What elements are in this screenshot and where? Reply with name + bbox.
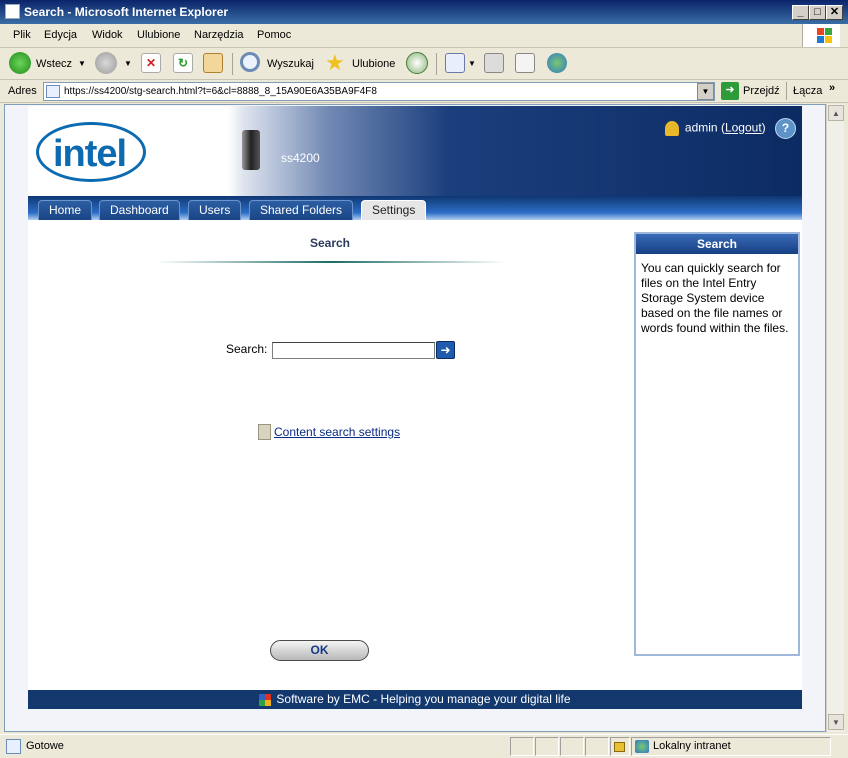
tab-users[interactable]: Users (188, 200, 242, 220)
page-title: Search (309, 236, 351, 250)
intranet-icon (635, 740, 649, 753)
document-icon (258, 424, 271, 440)
status-pane (560, 737, 584, 756)
side-panel-title: Search (636, 234, 798, 254)
links-chevron-icon[interactable]: » (829, 82, 835, 94)
logo-text: intel (53, 133, 127, 175)
forward-dropdown-icon[interactable]: ▼ (124, 52, 132, 76)
search-go-button[interactable]: ➜ (436, 341, 455, 359)
windows-logo-icon (802, 24, 840, 47)
menu-plik[interactable]: Plik (13, 29, 31, 41)
address-url[interactable]: https://ss4200/stg-search.html?t=6&cl=88… (64, 86, 377, 97)
title-divider (156, 261, 506, 263)
tab-home[interactable]: Home (38, 200, 93, 220)
footer-text: Software by EMC - Helping you manage you… (276, 692, 571, 706)
stop-icon[interactable]: ✕ (141, 53, 161, 73)
window-title: Search - Microsoft Internet Explorer (24, 5, 229, 19)
maximize-button[interactable]: □ (809, 5, 826, 20)
refresh-icon[interactable]: ↻ (173, 53, 193, 73)
tab-shared-folders[interactable]: Shared Folders (249, 200, 354, 220)
close-button[interactable]: ✕ (826, 5, 843, 20)
page-header: intel ss4200 admin (Logout) ? (28, 106, 802, 196)
menu-bar: Plik Edycja Widok Ulubione Narzędzia Pom… (0, 24, 848, 48)
page-status-icon (6, 739, 21, 754)
menu-narzedzia[interactable]: Narzędzia (194, 29, 244, 41)
go-arrow-icon[interactable]: ➜ (721, 82, 739, 100)
menu-edycja[interactable]: Edycja (44, 29, 77, 41)
address-label: Adres (8, 85, 37, 97)
address-input[interactable]: https://ss4200/stg-search.html?t=6&cl=88… (43, 82, 715, 101)
minimize-button[interactable]: _ (792, 5, 809, 20)
address-bar: Adres https://ss4200/stg-search.html?t=6… (0, 80, 848, 103)
mail-icon[interactable] (445, 53, 465, 73)
window-title-bar: Search - Microsoft Internet Explorer _ □… (0, 0, 848, 24)
toolbar-separator (436, 53, 437, 75)
lock-icon (614, 742, 625, 752)
page-icon (46, 85, 60, 98)
links-button[interactable]: Łącza (793, 85, 822, 97)
back-dropdown-icon[interactable]: ▼ (78, 52, 86, 76)
menu-ulubione[interactable]: Ulubione (137, 29, 180, 41)
help-side-panel: Search You can quickly search for files … (634, 232, 800, 656)
tab-dashboard[interactable]: Dashboard (99, 200, 180, 220)
mail-dropdown-icon[interactable]: ▼ (468, 52, 476, 76)
lock-pane (610, 737, 630, 756)
device-name: ss4200 (281, 151, 320, 165)
nav-bar: Home Dashboard Users Shared Folders Sett… (28, 196, 802, 220)
vertical-scrollbar[interactable]: ▲ ▼ (826, 104, 844, 732)
content-search-settings-link[interactable]: Content search settings (274, 425, 400, 439)
menu-pomoc[interactable]: Pomoc (257, 29, 291, 41)
home-icon[interactable] (203, 53, 223, 73)
back-arrow-icon[interactable] (9, 52, 31, 74)
emc-logo-icon (259, 693, 272, 706)
go-button[interactable]: Przejdź (743, 85, 780, 97)
toolbar: Wstecz ▼ ▼ ✕ ↻ Wyszukaj ★ Ulubione ▼ (0, 48, 848, 80)
address-dropdown-icon[interactable]: ▼ (697, 83, 714, 100)
print-icon[interactable] (484, 53, 504, 73)
status-pane (510, 737, 534, 756)
edit-icon[interactable] (515, 53, 535, 73)
back-button[interactable]: Wstecz (36, 52, 72, 76)
help-icon[interactable]: ? (775, 118, 796, 139)
status-bar: Gotowe Lokalny intranet (0, 734, 848, 758)
scroll-down-icon[interactable]: ▼ (828, 714, 844, 730)
zone-text: Lokalny intranet (653, 740, 731, 752)
web-page: intel ss4200 admin (Logout) ? Home Dashb… (28, 106, 802, 709)
side-panel-text: You can quickly search for files on the … (641, 261, 789, 335)
device-icon (242, 130, 260, 170)
status-pane (535, 737, 559, 756)
toolbar-separator (232, 53, 233, 75)
user-block: admin (Logout) ? (664, 118, 796, 139)
ok-button[interactable]: OK (270, 640, 369, 661)
favorites-button[interactable]: Ulubione (352, 52, 395, 76)
search-button[interactable]: Wyszukaj (267, 52, 314, 76)
search-input[interactable] (272, 342, 435, 359)
menu-widok[interactable]: Widok (92, 29, 123, 41)
history-icon[interactable] (406, 52, 428, 74)
favorites-star-icon[interactable]: ★ (325, 52, 345, 76)
messenger-icon[interactable] (547, 53, 567, 73)
toolbar-separator (786, 82, 787, 100)
status-pane (585, 737, 609, 756)
forward-arrow-icon[interactable] (95, 52, 117, 74)
ie-icon (5, 4, 20, 19)
search-icon[interactable] (240, 52, 260, 72)
tab-settings[interactable]: Settings (361, 200, 427, 220)
search-label: Search: (226, 342, 268, 356)
scroll-up-icon[interactable]: ▲ (828, 105, 844, 121)
user-icon (664, 121, 679, 136)
intel-logo: intel (36, 122, 146, 182)
logout-link[interactable]: Logout (725, 121, 762, 135)
page-footer: Software by EMC - Helping you manage you… (28, 690, 802, 709)
username: admin (684, 120, 718, 135)
status-text: Gotowe (26, 740, 64, 752)
